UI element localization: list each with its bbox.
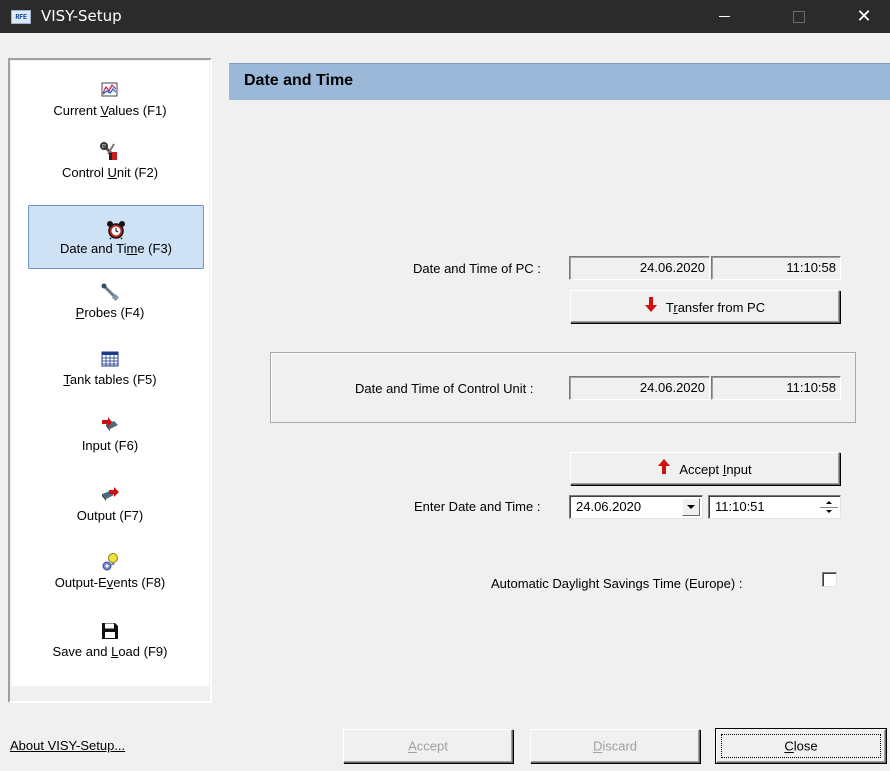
sidebar-item-output[interactable]: Output (F7)	[16, 485, 204, 547]
close-window-button[interactable]: ✕	[841, 0, 887, 33]
window-title: VISY-Setup	[41, 7, 122, 25]
time-spinner-value: 11:10:51	[715, 499, 765, 514]
arrow-up-icon	[658, 454, 671, 485]
page-header: Date and Time	[229, 63, 890, 100]
spin-up-icon[interactable]	[820, 498, 838, 507]
chevron-down-icon[interactable]	[682, 498, 700, 516]
accept-input-button[interactable]: Accept Input	[570, 452, 840, 485]
control-unit-time-label: Date and Time of Control Unit :	[355, 381, 534, 396]
tools-icon	[100, 142, 120, 162]
dst-checkbox[interactable]	[822, 572, 837, 587]
pc-time-field: 11:10:58	[711, 256, 841, 280]
focus-ring	[721, 734, 881, 758]
sidebar-item-tank-tables[interactable]: Tank tables (F5)	[16, 349, 204, 411]
about-link[interactable]: About VISY-Setup...	[10, 738, 125, 753]
close-button[interactable]: Close	[716, 729, 886, 763]
sidebar-item-current-values[interactable]: Current Values (F1)	[16, 80, 204, 142]
discard-button[interactable]: Discard	[530, 729, 700, 763]
probe-icon	[100, 282, 120, 302]
chart-icon	[100, 80, 120, 100]
control-unit-time-field: 11:10:58	[711, 376, 841, 400]
alarm-clock-icon	[106, 220, 126, 240]
dst-label: Automatic Daylight Savings Time (Europe)…	[491, 576, 743, 591]
pc-date-field: 24.06.2020	[569, 256, 710, 280]
maximize-button[interactable]	[775, 0, 821, 33]
sidebar-item-control-unit[interactable]: Control Unit (F2)	[16, 142, 204, 204]
sidebar-item-output-events[interactable]: Output-Events (F8)	[16, 552, 204, 614]
sidebar-item-save-load[interactable]: Save and Load (F9)	[16, 621, 204, 683]
control-unit-date-field: 24.06.2020	[569, 376, 710, 400]
sidebar-item-probes[interactable]: Probes (F4)	[16, 282, 204, 344]
transfer-from-pc-button[interactable]: Transfer from PC	[570, 290, 840, 323]
minimize-button[interactable]	[701, 0, 747, 33]
date-dropdown[interactable]: 24.06.2020	[569, 495, 703, 519]
input-icon	[100, 415, 120, 435]
table-icon	[100, 349, 120, 369]
app-icon: RFE	[11, 10, 31, 24]
spin-down-icon[interactable]	[820, 507, 838, 516]
output-icon	[100, 485, 120, 505]
time-spinner[interactable]: 11:10:51	[708, 495, 841, 519]
gear-bulb-icon	[100, 552, 120, 572]
sidebar-item-date-time[interactable]: Date and Time (F3)	[28, 205, 204, 269]
pc-time-label: Date and Time of PC :	[413, 261, 541, 276]
enter-time-label: Enter Date and Time :	[414, 499, 541, 514]
accept-button[interactable]: Accept	[343, 729, 513, 763]
sidebar-item-input[interactable]: Input (F6)	[16, 415, 204, 477]
spinner-buttons[interactable]	[820, 498, 838, 516]
date-dropdown-value: 24.06.2020	[576, 499, 642, 514]
title-bar: RFE VISY-Setup ✕	[0, 0, 890, 33]
floppy-disk-icon	[100, 621, 120, 641]
arrow-down-icon	[644, 292, 657, 323]
page-title: Date and Time	[244, 72, 354, 89]
